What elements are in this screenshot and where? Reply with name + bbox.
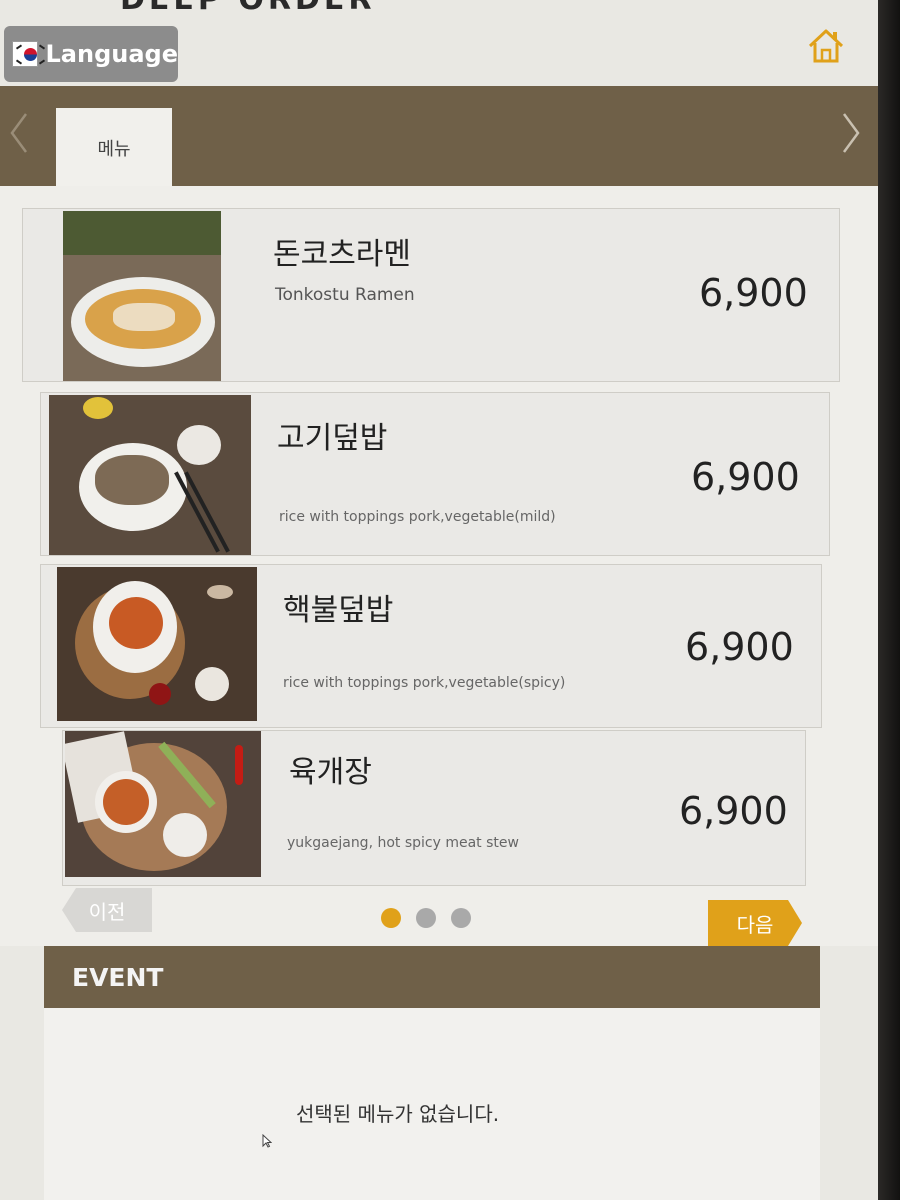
menu-item-description: yukgaejang, hot spicy meat stew (287, 835, 519, 851)
menu-item-description: rice with toppings pork,vegetable(spicy) (283, 675, 566, 691)
chevron-right-icon[interactable] (836, 110, 866, 156)
home-icon[interactable] (806, 26, 846, 66)
korea-flag-icon (12, 41, 46, 67)
language-button[interactable]: Language (4, 26, 178, 82)
menu-item-card[interactable]: 핵불덮밥 6,900 rice with toppings pork,veget… (40, 564, 822, 728)
menu-item-price: 6,900 (679, 789, 788, 833)
menu-item-card[interactable]: 육개장 6,900 yukgaejang, hot spicy meat ste… (62, 730, 806, 886)
language-label: Language (45, 40, 179, 68)
kiosk-screen: DEEP ORDER Language 메뉴 돈코츠라멘 (0, 0, 878, 1200)
event-title: EVENT (72, 962, 164, 992)
menu-item-price: 6,900 (685, 625, 794, 669)
menu-item-name: 핵불덮밥 (283, 593, 394, 628)
menu-item-description: Tonkostu Ramen (275, 285, 415, 305)
prev-button[interactable]: 이전 (62, 888, 152, 932)
ramen-photo (63, 211, 221, 381)
spicy-pork-rice-photo (57, 567, 257, 721)
page-dot-2[interactable] (416, 908, 436, 928)
mouse-cursor-icon (262, 1134, 272, 1148)
menu-item-price: 6,900 (691, 455, 800, 499)
device-bezel (878, 0, 900, 1200)
page-dot-3[interactable] (451, 908, 471, 928)
tab-menu[interactable]: 메뉴 (56, 108, 172, 188)
event-header: EVENT (44, 946, 820, 1008)
menu-item-card[interactable]: 돈코츠라멘 Tonkostu Ramen 6,900 (22, 208, 840, 382)
next-button[interactable]: 다음 (708, 900, 802, 946)
menu-item-name: 고기덮밥 (277, 421, 388, 456)
stew-photo (65, 731, 261, 877)
pork-rice-bowl-photo (49, 395, 251, 555)
chevron-left-icon[interactable] (4, 110, 34, 156)
partial-header-title: DEEP ORDER (120, 0, 375, 17)
menu-item-card[interactable]: 고기덮밥 6,900 rice with toppings pork,veget… (40, 392, 830, 556)
empty-selection-message: 선택된 메뉴가 없습니다. (296, 1102, 500, 1126)
menu-item-name: 돈코츠라멘 (273, 237, 411, 272)
menu-item-name: 육개장 (289, 755, 372, 790)
page-dot-1[interactable] (381, 908, 401, 928)
menu-item-description: rice with toppings pork,vegetable(mild) (279, 509, 556, 525)
menu-item-price: 6,900 (699, 271, 808, 315)
